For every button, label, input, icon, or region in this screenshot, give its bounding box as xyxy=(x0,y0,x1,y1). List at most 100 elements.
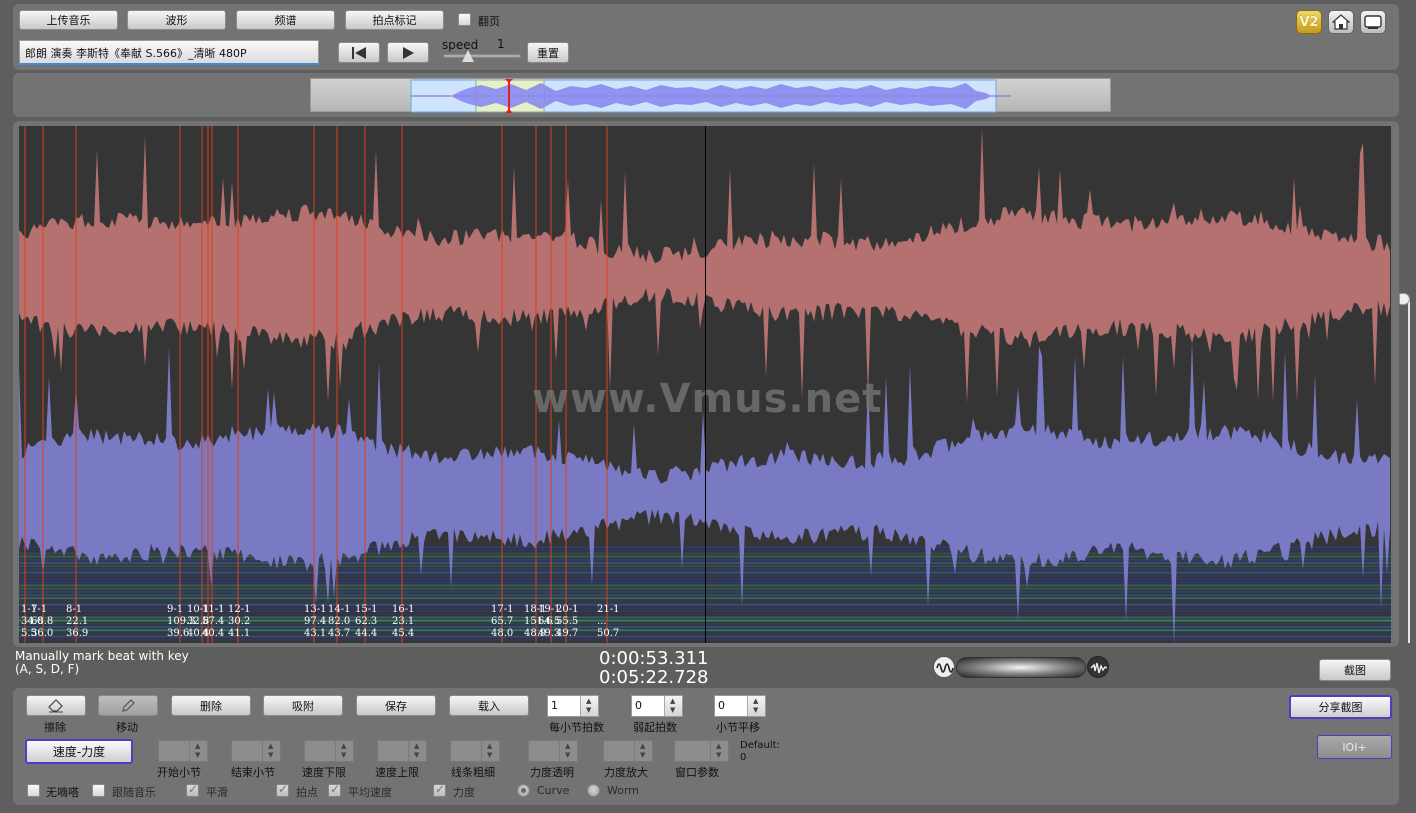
fullscreen-button[interactable] xyxy=(1360,10,1386,34)
beat-label-line: 15-1 xyxy=(355,604,378,615)
page-turn-checkbox[interactable] xyxy=(458,13,471,26)
spectrum-button[interactable]: 频谱 xyxy=(236,10,335,30)
speed-high-label: 速度上限 xyxy=(375,766,419,779)
beat-label-line: 65.7 xyxy=(491,616,514,627)
beat-label-line: 22.1 xyxy=(66,616,89,627)
curve-radio[interactable] xyxy=(517,784,530,797)
start-bar-stepper: ▲ ▼ xyxy=(158,740,208,762)
vertical-slider-track[interactable] xyxy=(1408,298,1410,643)
beat-label-line: 14-1 xyxy=(328,604,351,615)
beats-per-bar-label: 每小节拍数 xyxy=(549,721,604,734)
beat-label-line: 11-1 xyxy=(202,604,225,615)
bar-offset-stepper[interactable]: 0 ▲ ▼ xyxy=(714,695,766,717)
beat-mark-button[interactable]: 拍点标记 xyxy=(345,10,444,30)
dyn-zoom-label: 力度放大 xyxy=(604,766,648,779)
playhead[interactable] xyxy=(705,126,706,643)
screen-icon xyxy=(1364,15,1382,29)
beat-label: 21-1... 50.7 xyxy=(597,604,619,640)
no-metronome-label: 无嘀嗒 xyxy=(46,786,79,799)
speed-slider-thumb[interactable] xyxy=(462,50,474,62)
spectrum-mode-icon[interactable] xyxy=(1087,656,1109,678)
waveform-mode-icon[interactable] xyxy=(933,656,955,678)
speed-slider[interactable] xyxy=(443,54,521,58)
beat-label: 14-1 82.0 43.7 xyxy=(328,604,350,640)
pickup-beats-stepper[interactable]: 0 ▲ ▼ xyxy=(631,695,683,717)
smooth-label: 平滑 xyxy=(206,786,228,799)
erase-button[interactable] xyxy=(26,695,86,716)
move-button[interactable] xyxy=(98,695,158,716)
play-button[interactable] xyxy=(387,42,429,63)
beat-label-line: 55.5 xyxy=(556,616,579,627)
beat-label-line: 8-1 xyxy=(66,604,83,615)
beat-point-checkbox[interactable] xyxy=(276,782,289,797)
beat-label: 13-1 97.4 43.1 xyxy=(304,604,326,640)
dynamics-label: 力度 xyxy=(453,786,475,799)
play-icon xyxy=(403,46,414,59)
screenshot-button[interactable]: 截图 xyxy=(1319,659,1391,681)
worm-radio[interactable] xyxy=(587,784,600,797)
end-bar-stepper: ▲ ▼ xyxy=(231,740,281,762)
snap-button[interactable]: 吸附 xyxy=(263,695,343,716)
v2-label: V2 xyxy=(1299,14,1319,30)
home-button[interactable] xyxy=(1328,10,1354,34)
speed-value: 1 xyxy=(497,37,505,51)
waveform-button[interactable]: 波形 xyxy=(127,10,226,30)
curve-label: Curve xyxy=(537,784,570,797)
follow-music-label: 跟随音乐 xyxy=(112,786,156,799)
beat-label: 17-1 65.7 48.0 xyxy=(491,604,513,640)
beat-label-line: 36.9 xyxy=(66,628,89,639)
ioi-button[interactable]: IOI+ xyxy=(1317,735,1392,759)
overview-strip[interactable] xyxy=(310,78,1111,113)
no-metronome-checkbox[interactable] xyxy=(27,784,40,797)
beat-label-line: ... xyxy=(597,616,607,627)
delete-button[interactable]: 删除 xyxy=(171,695,251,716)
skip-back-icon xyxy=(352,46,366,59)
beat-label-line: 40.4 xyxy=(202,628,225,639)
zoom-slider[interactable] xyxy=(956,657,1086,678)
dyn-opacity-stepper: ▲ ▼ xyxy=(528,740,578,762)
bar-offset-label: 小节平移 xyxy=(716,721,760,734)
beat-label-line: 45.4 xyxy=(392,628,415,639)
follow-music-checkbox[interactable] xyxy=(92,784,105,797)
avg-speed-checkbox[interactable] xyxy=(328,782,341,797)
save-button[interactable]: 保存 xyxy=(356,695,436,716)
smooth-checkbox[interactable] xyxy=(186,782,199,797)
load-button[interactable]: 载入 xyxy=(449,695,529,716)
beat-label-line: 43.7 xyxy=(328,628,351,639)
beat-label-line: 20-1 xyxy=(556,604,579,615)
beat-label-line: 13-1 xyxy=(304,604,327,615)
waveform-canvas[interactable]: www.Vmus.net 1-1 34.0 5.5 7-1 68.8 36.0 8-1 22.… xyxy=(19,126,1391,643)
stepper-arrows[interactable]: ▲ ▼ xyxy=(664,696,682,716)
beat-label-line: 43.1 xyxy=(304,628,327,639)
beat-label: 11-1 57.4 40.4 xyxy=(202,604,224,640)
dyn-zoom-stepper: ▲ ▼ xyxy=(603,740,653,762)
beats-per-bar-stepper[interactable]: 1 ▲ ▼ xyxy=(547,695,599,717)
dynamics-checkbox[interactable] xyxy=(433,782,446,797)
window-param-label: 窗口参数 xyxy=(675,766,719,779)
beat-label-line: 12-1 xyxy=(228,604,251,615)
beat-point-label: 拍点 xyxy=(296,786,318,799)
stepper-arrows[interactable]: ▲ ▼ xyxy=(747,696,765,716)
beat-label-line: 49.7 xyxy=(556,628,579,639)
speed-dynamics-button[interactable]: 速度-力度 xyxy=(25,739,133,764)
line-width-stepper: ▲ ▼ xyxy=(450,740,500,762)
rewind-button[interactable] xyxy=(338,42,380,63)
hint-line-2: (A, S, D, F) xyxy=(15,662,80,676)
beat-label-line: 62.3 xyxy=(355,616,378,627)
home-icon xyxy=(1332,14,1350,30)
filename-field[interactable]: 郎朗 演奏 李斯特《奉献 S.566》_清晰 480P xyxy=(19,40,319,65)
beat-label: 12-1 30.2 41.1 xyxy=(228,604,250,640)
filename-text: 郎朗 演奏 李斯特《奉献 S.566》_清晰 480P xyxy=(25,47,247,60)
v2-button[interactable]: V2 xyxy=(1296,10,1322,34)
stepper-arrows[interactable]: ▲ ▼ xyxy=(580,696,598,716)
reset-button[interactable]: 重置 xyxy=(527,42,569,63)
upload-music-button[interactable]: 上传音乐 xyxy=(19,10,118,30)
avg-speed-label: 平均速度 xyxy=(348,786,392,799)
beat-label-line: 30.2 xyxy=(228,616,251,627)
share-screenshot-button[interactable]: 分享截图 xyxy=(1289,695,1392,719)
default-label: Default: xyxy=(740,740,780,751)
hint-line-1: Manually mark beat with key xyxy=(15,649,189,663)
dyn-opacity-label: 力度透明 xyxy=(530,766,574,779)
beat-label-line: 44.4 xyxy=(355,628,378,639)
pickup-beats-label: 弱起拍数 xyxy=(633,721,677,734)
